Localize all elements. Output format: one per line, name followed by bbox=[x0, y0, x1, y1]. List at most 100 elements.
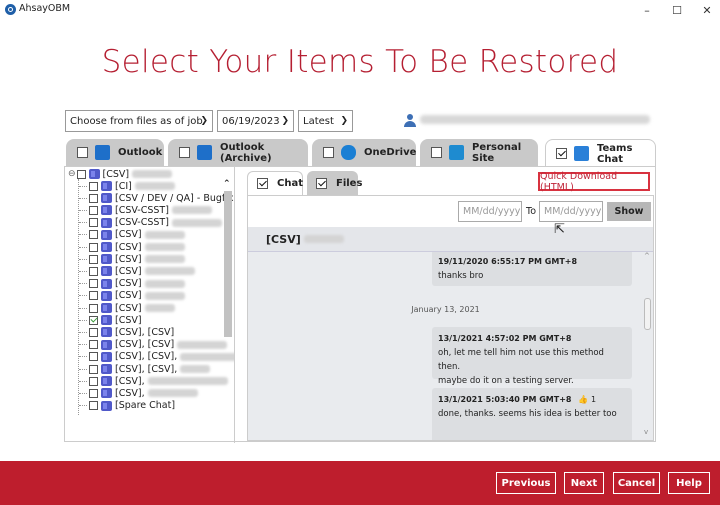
tree-checkbox[interactable] bbox=[89, 291, 98, 301]
quick-download-button[interactable]: Quick Download (HTML) bbox=[538, 171, 650, 193]
tab-files[interactable]: Files bbox=[307, 171, 362, 195]
tree-item[interactable]: [CSV] bbox=[79, 302, 175, 314]
tree-item[interactable]: [CSV] bbox=[79, 314, 142, 326]
show-button[interactable]: Show bbox=[607, 202, 651, 221]
tree-checkbox[interactable] bbox=[89, 340, 98, 350]
tree-checkbox[interactable] bbox=[89, 401, 98, 411]
tree-item[interactable]: [CSV], bbox=[79, 375, 228, 387]
scroll-thumb[interactable] bbox=[224, 191, 232, 337]
tab-label: Files bbox=[336, 177, 363, 189]
version-select[interactable]: Latest ❯ bbox=[298, 110, 353, 132]
tree-checkbox[interactable] bbox=[89, 388, 98, 398]
tree-checkbox[interactable] bbox=[76, 169, 86, 179]
tree-item[interactable]: [CSV] bbox=[79, 229, 185, 241]
message-scrollbar[interactable]: ^ v bbox=[643, 252, 652, 440]
tree-item[interactable]: [CSV] bbox=[79, 290, 185, 302]
redacted-text bbox=[144, 243, 185, 251]
tree-label: [CSV] bbox=[115, 265, 142, 277]
help-button[interactable]: Help bbox=[668, 472, 710, 494]
files-checkbox[interactable] bbox=[316, 177, 327, 189]
tree-checkbox[interactable] bbox=[89, 218, 98, 228]
scroll-up-icon[interactable]: ^ bbox=[644, 252, 650, 260]
teams-icon bbox=[101, 181, 112, 191]
tree-connector bbox=[79, 222, 87, 224]
outlook-icon bbox=[95, 145, 110, 160]
tree-checkbox[interactable] bbox=[89, 266, 98, 276]
tree-item[interactable]: [CSV / DEV / QA] - Bugfix We bbox=[79, 192, 235, 204]
outlook-archive-checkbox[interactable] bbox=[179, 147, 190, 158]
scroll-down-icon[interactable]: v bbox=[644, 428, 648, 436]
tree-item[interactable]: [CSV-CSST] bbox=[79, 204, 212, 216]
source-select[interactable]: Choose from files as of job ❯ bbox=[65, 110, 213, 132]
date-select[interactable]: 06/19/2023 ❯ bbox=[217, 110, 294, 132]
tab-onedrive[interactable]: OneDrive bbox=[312, 139, 416, 166]
tab-outlook-archive[interactable]: Outlook (Archive) bbox=[168, 139, 308, 166]
panel-divider[interactable] bbox=[234, 167, 235, 443]
tree-item[interactable]: [CI] bbox=[79, 180, 175, 192]
tab-chat[interactable]: Chat bbox=[247, 171, 303, 195]
tree-checkbox[interactable] bbox=[89, 376, 98, 386]
sharepoint-icon bbox=[449, 145, 464, 160]
scroll-thumb[interactable] bbox=[644, 298, 651, 330]
reaction-count: 1 bbox=[591, 395, 597, 404]
tree-checkbox[interactable] bbox=[89, 327, 98, 337]
close-button[interactable]: ✕ bbox=[692, 0, 720, 20]
next-button[interactable]: Next bbox=[564, 472, 604, 494]
tree-checkbox[interactable] bbox=[89, 205, 98, 215]
tab-outlook[interactable]: Outlook bbox=[66, 139, 164, 166]
tree-checkbox[interactable] bbox=[89, 364, 98, 374]
tree-checkbox[interactable] bbox=[89, 193, 98, 203]
tab-teams-chat[interactable]: Teams Chat bbox=[545, 139, 656, 167]
redacted-text bbox=[171, 206, 212, 215]
tree-label: [CSV-CSST] bbox=[115, 217, 169, 229]
tree-item[interactable]: [CSV] bbox=[79, 278, 185, 290]
tree-checkbox[interactable] bbox=[89, 254, 98, 264]
tree-item[interactable]: [CSV], [CSV] bbox=[79, 339, 228, 351]
tree-item[interactable]: [CSV], bbox=[79, 387, 198, 399]
tree-item[interactable]: [Spare Chat] bbox=[79, 400, 175, 412]
collapse-icon[interactable]: ⊖ bbox=[68, 169, 76, 179]
personal-site-checkbox[interactable] bbox=[431, 147, 442, 158]
redacted-text bbox=[132, 170, 173, 178]
minimize-button[interactable]: – bbox=[632, 0, 662, 20]
tree-checkbox[interactable] bbox=[89, 181, 98, 191]
tab-label: Outlook bbox=[118, 147, 163, 158]
tree-item[interactable]: [CSV], [CSV], bbox=[79, 363, 211, 375]
tree-vertical-scrollbar[interactable]: ⌃ bbox=[223, 179, 233, 411]
tree-checkbox[interactable] bbox=[89, 279, 98, 289]
tree-item[interactable]: [CSV] bbox=[79, 265, 195, 277]
redacted-text bbox=[134, 182, 175, 190]
message-timestamp-row: 13/1/2021 5:03:40 PM GMT+8 👍 1 bbox=[438, 393, 626, 407]
redacted-text bbox=[303, 235, 344, 243]
tree-root[interactable]: ⊖ [CSV] bbox=[68, 168, 173, 180]
maximize-button[interactable]: ☐ bbox=[662, 0, 692, 20]
tree-checkbox[interactable] bbox=[89, 242, 98, 252]
teams-chat-checkbox[interactable] bbox=[556, 148, 567, 159]
tree-checkbox[interactable] bbox=[89, 352, 98, 362]
tree-checkbox[interactable] bbox=[89, 303, 98, 313]
tree-item[interactable]: [CSV], [CSV], bbox=[79, 351, 235, 363]
to-date-input[interactable]: MM/dd/yyyy bbox=[539, 201, 603, 222]
from-date-input[interactable]: MM/dd/yyyy bbox=[458, 201, 522, 222]
message-timestamp: 19/11/2020 6:55:17 PM GMT+8 bbox=[438, 257, 578, 266]
tree-checkbox[interactable] bbox=[89, 315, 98, 325]
tab-personal-site[interactable]: Personal Site bbox=[420, 139, 538, 166]
tree-item[interactable]: [CSV] bbox=[79, 241, 185, 253]
tree-item[interactable]: [CSV], [CSV] bbox=[79, 326, 174, 338]
tree-label: [CSV / DEV / QA] - Bugfix We bbox=[115, 192, 235, 204]
tree-connector bbox=[79, 344, 87, 346]
scroll-up-icon[interactable]: ⌃ bbox=[223, 179, 231, 189]
cancel-button[interactable]: Cancel bbox=[613, 472, 660, 494]
tree-item[interactable]: [CSV-CSST] bbox=[79, 217, 222, 229]
tree-item[interactable]: [CSV] bbox=[79, 253, 185, 265]
teams-icon bbox=[101, 278, 112, 289]
tree-label: [CSV], [CSV], bbox=[115, 351, 178, 363]
outlook-checkbox[interactable] bbox=[77, 147, 88, 158]
tree-connector bbox=[79, 197, 87, 199]
chat-checkbox[interactable] bbox=[257, 178, 268, 189]
onedrive-checkbox[interactable] bbox=[323, 147, 334, 158]
message-text: oh, let me tell him not use this method … bbox=[438, 348, 604, 372]
previous-button[interactable]: Previous bbox=[496, 472, 556, 494]
to-label: To bbox=[526, 206, 537, 217]
tree-checkbox[interactable] bbox=[89, 230, 98, 240]
